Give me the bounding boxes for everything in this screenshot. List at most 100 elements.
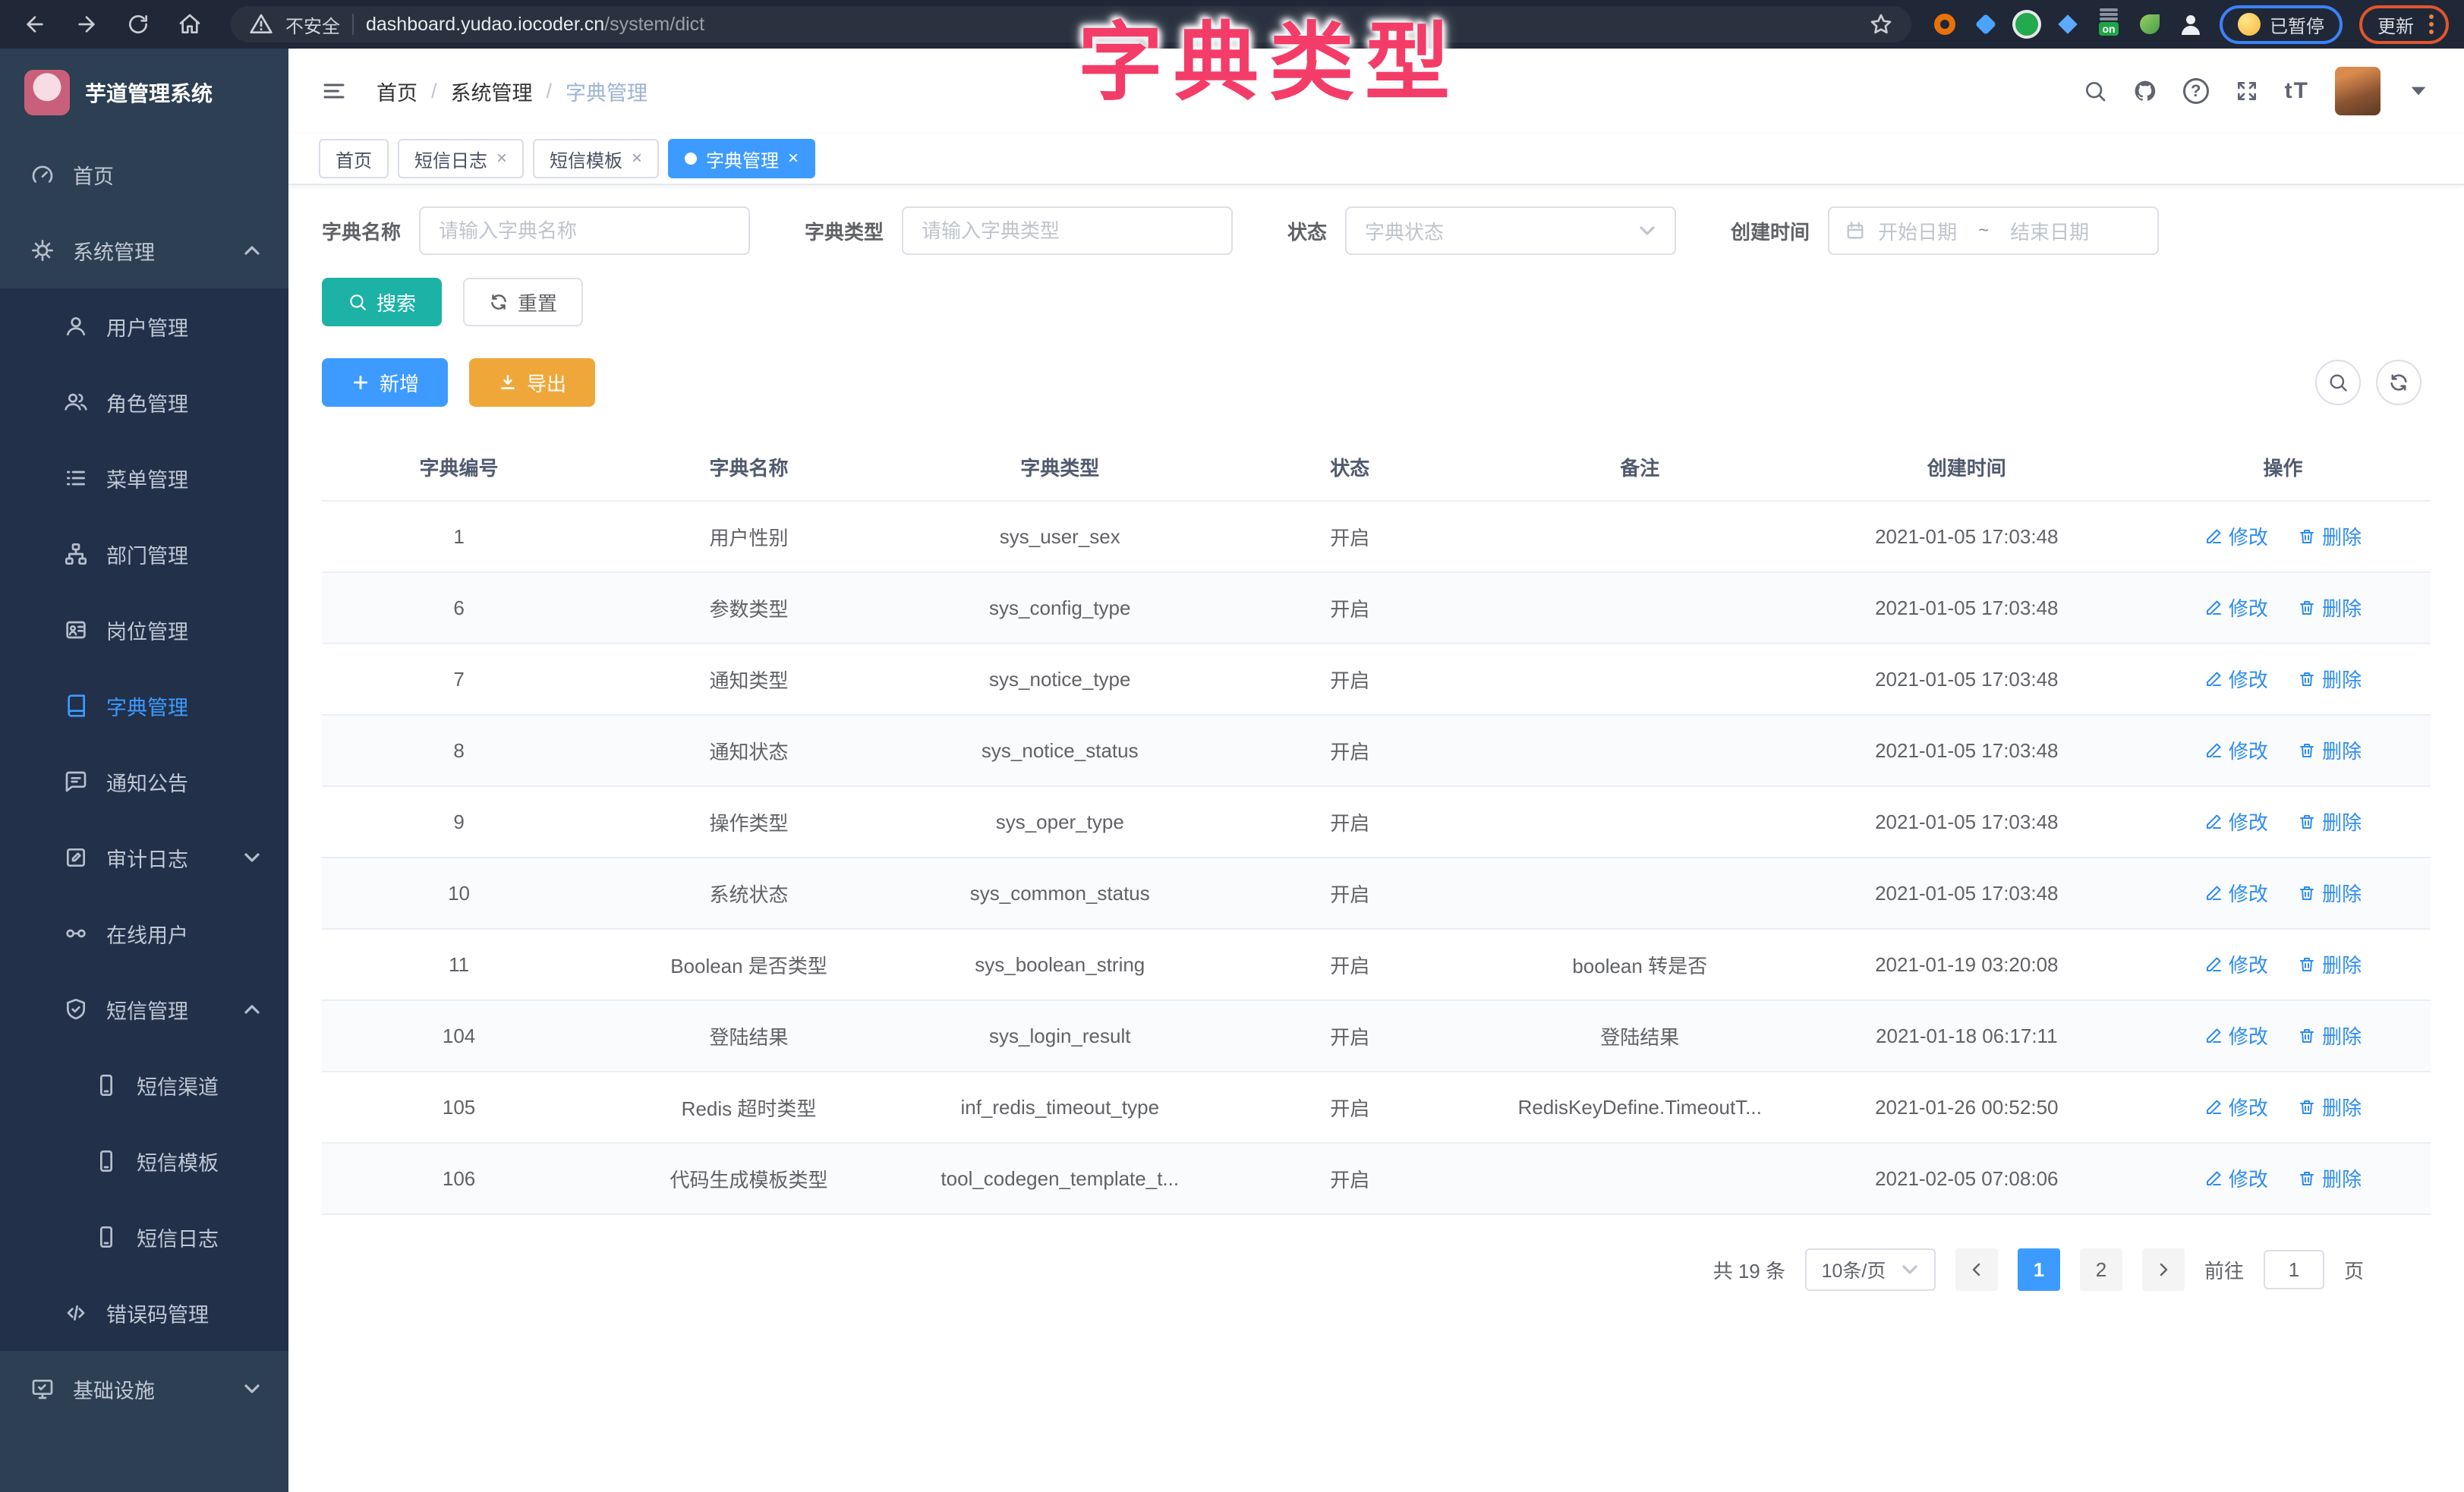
delete-button[interactable]: 删除	[2298, 807, 2362, 836]
dict-type-link[interactable]: sys_login_result	[902, 1000, 1218, 1072]
edit-button[interactable]: 修改	[2204, 1021, 2268, 1050]
goto-page-input[interactable]	[2264, 1250, 2324, 1289]
browser-forward-icon[interactable]	[74, 12, 99, 36]
dict-type-link[interactable]: sys_config_type	[902, 572, 1218, 644]
fullscreen-icon[interactable]	[2235, 79, 2259, 103]
edit-button[interactable]: 修改	[2204, 1093, 2268, 1121]
sidebar-item-user-management[interactable]: 用户管理	[0, 288, 288, 364]
edit-button[interactable]: 修改	[2204, 879, 2268, 907]
edit-button[interactable]: 修改	[2204, 807, 2268, 836]
extension-green-icon[interactable]	[2015, 12, 2039, 36]
refresh-table-button[interactable]	[2376, 360, 2421, 405]
badge-icon	[64, 618, 88, 642]
sidebar-item-infrastructure[interactable]: 基础设施	[0, 1351, 288, 1427]
delete-button[interactable]: 删除	[2298, 1021, 2362, 1050]
extension-diamond-icon[interactable]	[2056, 12, 2080, 36]
breadcrumb-home[interactable]: 首页	[377, 77, 417, 106]
extension-orange-icon[interactable]	[1933, 12, 1957, 36]
address-bar[interactable]: 不安全 dashboard.yudao.iocoder.cn/system/di…	[231, 6, 1911, 42]
sidebar-item-post-management[interactable]: 岗位管理	[0, 592, 288, 668]
dict-type-link[interactable]: tool_codegen_template_t...	[902, 1143, 1218, 1214]
close-icon[interactable]: ×	[496, 150, 507, 168]
edit-button[interactable]: 修改	[2204, 950, 2268, 978]
edit-button[interactable]: 修改	[2204, 665, 2268, 693]
prev-page-button[interactable]	[1955, 1248, 1998, 1291]
dict-type-input[interactable]	[902, 206, 1233, 255]
next-page-button[interactable]	[2142, 1248, 2185, 1291]
page-button-2[interactable]: 2	[2080, 1248, 2122, 1291]
dict-create-time: 2021-02-05 07:08:06	[1798, 1143, 2135, 1214]
extension-gem-icon[interactable]	[1974, 12, 1998, 36]
browser-update-button[interactable]: 更新	[2359, 5, 2449, 44]
sidebar-item-notice-announcement[interactable]: 通知公告	[0, 744, 288, 820]
browser-reload-icon[interactable]	[126, 12, 150, 36]
delete-button[interactable]: 删除	[2298, 879, 2362, 907]
github-icon[interactable]	[2133, 79, 2157, 103]
sidebar-item-dept-management[interactable]: 部门管理	[0, 516, 288, 592]
user-avatar[interactable]	[2335, 67, 2381, 115]
page-button-1[interactable]: 1	[2018, 1248, 2060, 1291]
sidebar-item-sms-template[interactable]: 短信模板	[0, 1123, 288, 1199]
breadcrumb-system[interactable]: 系统管理	[451, 77, 533, 106]
table-tools	[2315, 360, 2421, 405]
tab-sms-template[interactable]: 短信模板 ×	[533, 139, 659, 178]
dict-type-link[interactable]: sys_notice_type	[902, 644, 1218, 715]
sidebar-item-home[interactable]: 首页	[0, 137, 288, 212]
sidebar-item-sms-management[interactable]: 短信管理	[0, 971, 288, 1047]
edit-button[interactable]: 修改	[2204, 593, 2268, 622]
sidebar-item-sms-channel[interactable]: 短信渠道	[0, 1047, 288, 1123]
toggle-search-button[interactable]	[2315, 360, 2361, 405]
page-size-select[interactable]: 10条/页	[1805, 1248, 1936, 1291]
add-button[interactable]: 新增	[322, 358, 448, 407]
edit-button[interactable]: 修改	[2204, 1164, 2268, 1192]
extension-leaf-icon[interactable]	[2138, 12, 2162, 36]
bookmark-star-icon[interactable]	[1869, 12, 1893, 36]
dict-type-link[interactable]: sys_oper_type	[902, 786, 1218, 858]
extension-on-icon[interactable]: on	[2097, 12, 2121, 36]
reset-button[interactable]: 重置	[463, 278, 583, 326]
delete-button[interactable]: 删除	[2298, 1093, 2362, 1121]
status-select[interactable]: 字典状态	[1345, 206, 1676, 255]
delete-button[interactable]: 删除	[2298, 522, 2362, 550]
export-button[interactable]: 导出	[469, 358, 595, 407]
dict-type-link[interactable]: sys_notice_status	[902, 715, 1218, 786]
dict-name-input[interactable]	[419, 206, 750, 255]
hamburger-icon[interactable]	[322, 79, 346, 103]
tab-sms-log[interactable]: 短信日志 ×	[398, 139, 524, 178]
search-icon[interactable]	[2083, 79, 2107, 103]
edit-button[interactable]: 修改	[2204, 522, 2268, 550]
sidebar-item-audit-log[interactable]: 审计日志	[0, 820, 288, 896]
browser-back-icon[interactable]	[23, 12, 47, 36]
close-icon[interactable]: ×	[788, 150, 799, 168]
browser-menu-icon[interactable]	[2429, 14, 2434, 34]
date-range-picker[interactable]: 开始日期 ~ 结束日期	[1828, 206, 2159, 255]
sidebar-item-dict-management[interactable]: 字典管理	[0, 668, 288, 744]
sidebar-item-role-management[interactable]: 角色管理	[0, 364, 288, 440]
dict-type-link[interactable]: inf_redis_timeout_type	[902, 1072, 1218, 1143]
tab-dict-management[interactable]: 字典管理 ×	[668, 139, 815, 178]
extension-person-icon[interactable]	[2179, 12, 2203, 36]
sidebar-item-error-code-management[interactable]: 错误码管理	[0, 1275, 288, 1351]
delete-button[interactable]: 删除	[2298, 1164, 2362, 1192]
monitor-icon	[30, 1377, 55, 1401]
dict-type-link[interactable]: sys_user_sex	[902, 501, 1218, 572]
text-size-icon[interactable]	[2285, 80, 2309, 102]
paused-extension-badge[interactable]: 已暂停	[2220, 5, 2343, 44]
delete-button[interactable]: 删除	[2298, 593, 2362, 622]
sidebar-item-system-management[interactable]: 系统管理	[0, 212, 288, 288]
search-button[interactable]: 搜索	[322, 278, 442, 326]
caret-down-icon[interactable]	[2406, 79, 2431, 103]
delete-button[interactable]: 删除	[2298, 950, 2362, 978]
edit-button[interactable]: 修改	[2204, 736, 2268, 764]
close-icon[interactable]: ×	[632, 150, 642, 168]
sidebar-item-online-users[interactable]: 在线用户	[0, 896, 288, 971]
help-icon[interactable]	[2183, 78, 2209, 104]
delete-button[interactable]: 删除	[2298, 736, 2362, 764]
sidebar-item-menu-management[interactable]: 菜单管理	[0, 440, 288, 516]
delete-button[interactable]: 删除	[2298, 665, 2362, 693]
dict-type-link[interactable]: sys_common_status	[902, 858, 1218, 929]
dict-type-link[interactable]: sys_boolean_string	[902, 929, 1218, 1000]
tab-home[interactable]: 首页	[319, 139, 389, 178]
sidebar-item-sms-log[interactable]: 短信日志	[0, 1199, 288, 1275]
browser-home-icon[interactable]	[178, 12, 202, 36]
